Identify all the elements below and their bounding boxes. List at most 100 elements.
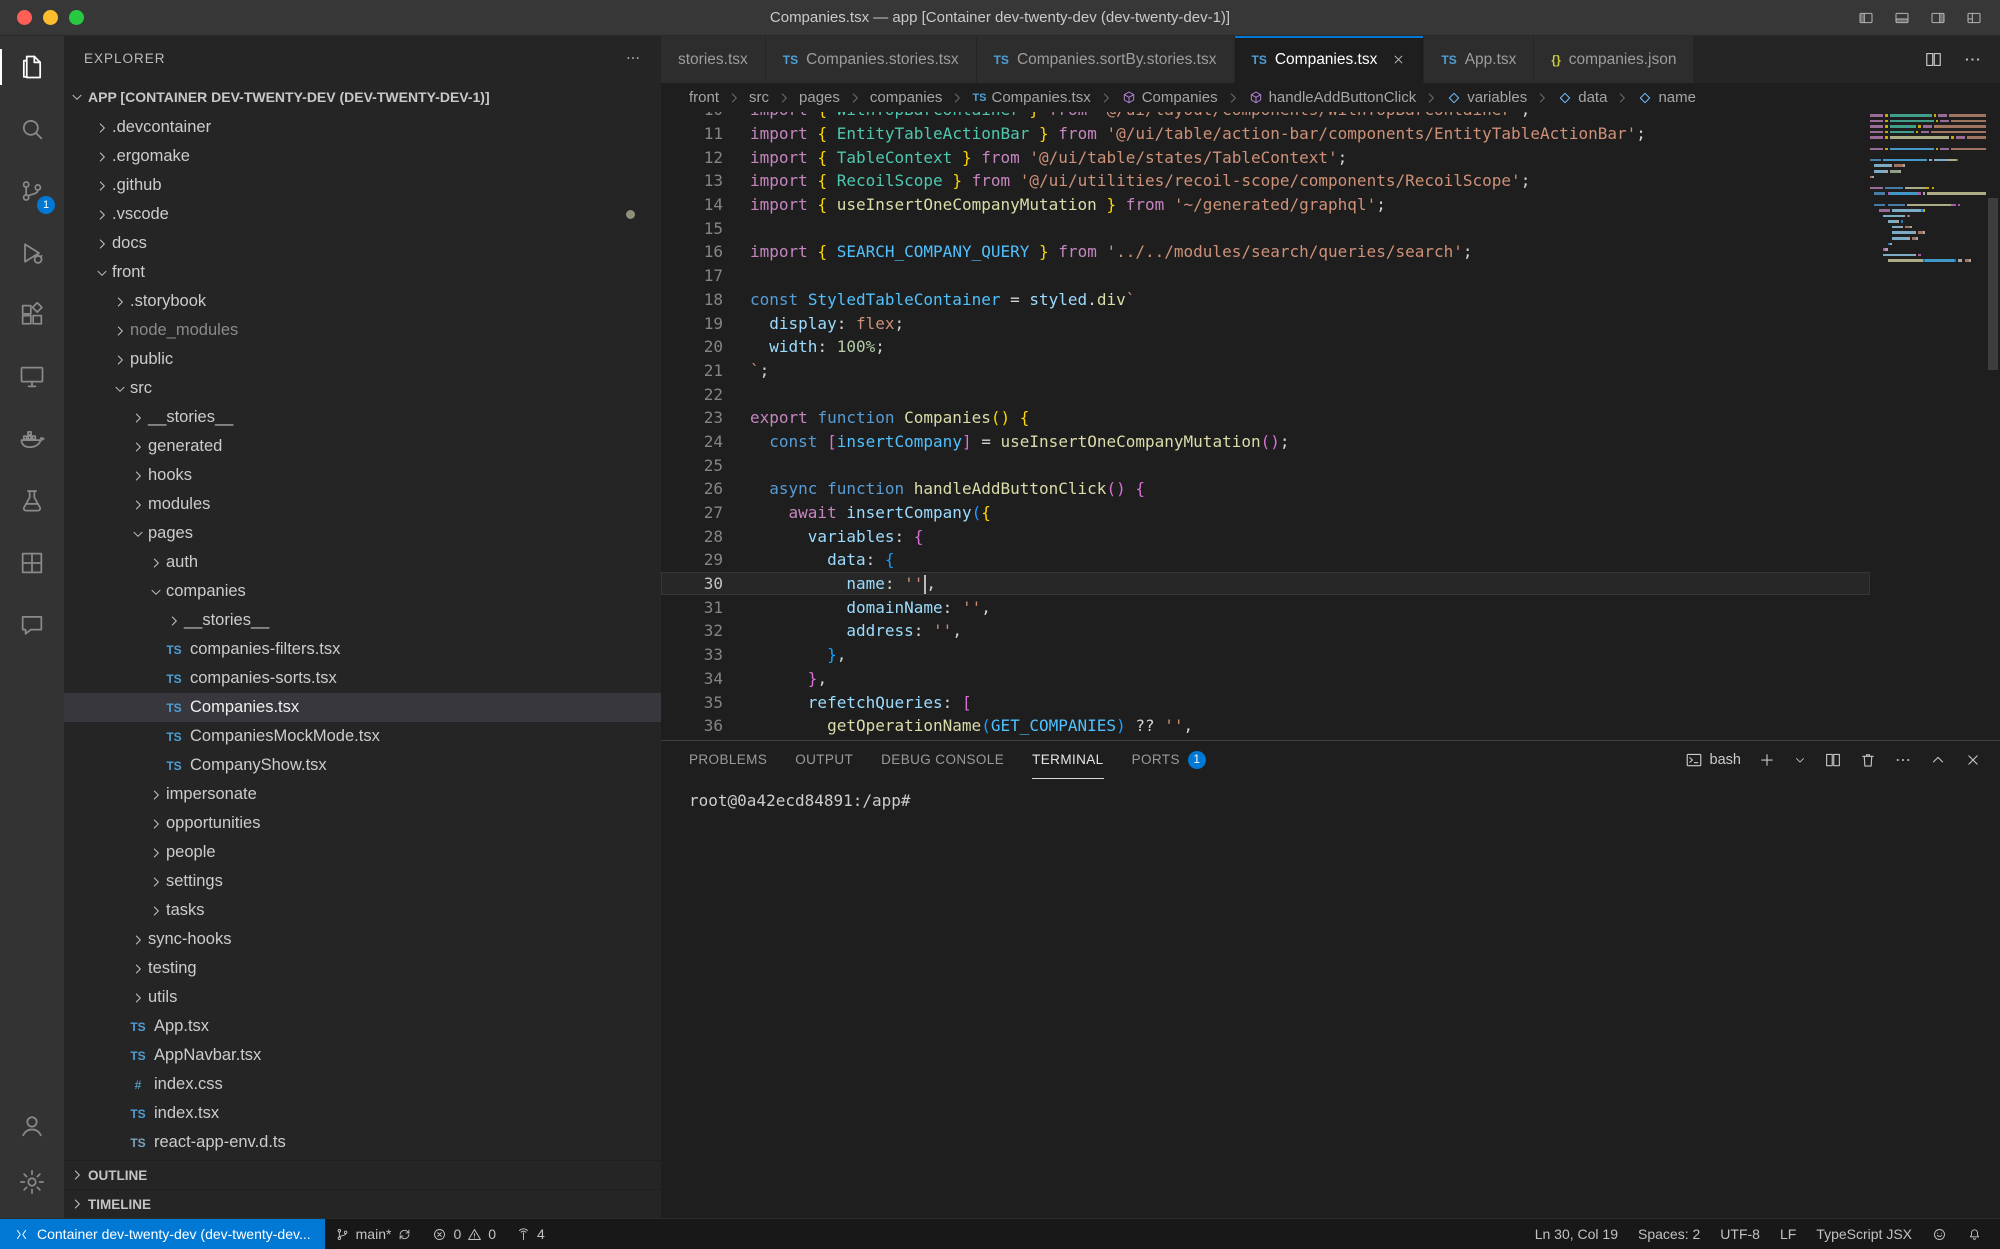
notifications[interactable]	[1957, 1219, 1992, 1249]
minimize-window-button[interactable]	[43, 10, 58, 25]
activity-bar-account[interactable]	[0, 1098, 64, 1154]
code-line-12[interactable]: 12import { TableContext } from '@/ui/tab…	[661, 145, 1870, 169]
code-line-31[interactable]: 31 domainName: '',	[661, 595, 1870, 619]
tree-item-index-css[interactable]: #index.css	[64, 1070, 661, 1099]
breadcrumb-companies-tsx[interactable]: TSCompanies.tsx	[972, 89, 1090, 106]
code-line-10[interactable]: 10import { WithTopBarContainer } from '@…	[661, 112, 1870, 122]
new-terminal-icon[interactable]	[1758, 751, 1776, 769]
tree-item-companies-filters-tsx[interactable]: TScompanies-filters.tsx	[64, 635, 661, 664]
activity-bar-remote-explorer[interactable]	[0, 346, 64, 408]
tree-item-companyshow-tsx[interactable]: TSCompanyShow.tsx	[64, 751, 661, 780]
tab-companies-tsx[interactable]: TSCompanies.tsx	[1235, 36, 1425, 83]
tree-item-app-tsx[interactable]: TSApp.tsx	[64, 1012, 661, 1041]
breadcrumb-src[interactable]: src	[749, 89, 769, 106]
maximize-panel-icon[interactable]	[1929, 751, 1947, 769]
tree-item-generated[interactable]: generated	[64, 432, 661, 461]
activity-bar-search[interactable]	[0, 98, 64, 160]
encoding[interactable]: UTF-8	[1710, 1219, 1770, 1249]
activity-bar-run-debug[interactable]	[0, 222, 64, 284]
code-editor[interactable]: 10import { WithTopBarContainer } from '@…	[661, 112, 2000, 740]
toggle-sidebar-icon[interactable]	[1858, 10, 1874, 26]
tree-item-impersonate[interactable]: impersonate	[64, 780, 661, 809]
code-line-24[interactable]: 24 const [insertCompany] = useInsertOneC…	[661, 430, 1870, 454]
tree-item-stories[interactable]: __stories__	[64, 403, 661, 432]
tree-item-index-tsx[interactable]: TSindex.tsx	[64, 1099, 661, 1128]
activity-bar-chat[interactable]	[0, 594, 64, 656]
code-line-27[interactable]: 27 await insertCompany({	[661, 501, 1870, 525]
code-line-15[interactable]: 15	[661, 216, 1870, 240]
split-terminal-icon[interactable]	[1824, 751, 1842, 769]
tab-companies-stories-tsx[interactable]: TSCompanies.stories.tsx	[766, 36, 977, 83]
tree-item-companiesmockmode-tsx[interactable]: TSCompaniesMockMode.tsx	[64, 722, 661, 751]
code-line-25[interactable]: 25	[661, 453, 1870, 477]
tree-item-companies-sorts-tsx[interactable]: TScompanies-sorts.tsx	[64, 664, 661, 693]
breadcrumb-handleaddbuttonclick[interactable]: handleAddButtonClick	[1248, 89, 1417, 106]
tree-item-front[interactable]: front	[64, 258, 661, 287]
breadcrumb-companies[interactable]: companies	[870, 89, 943, 106]
tree-item-public[interactable]: public	[64, 345, 661, 374]
code-line-22[interactable]: 22	[661, 382, 1870, 406]
tree-item-stories[interactable]: __stories__	[64, 606, 661, 635]
activity-bar-test-flask[interactable]	[0, 470, 64, 532]
breadcrumb-pages[interactable]: pages	[799, 89, 840, 106]
tree-item-modules[interactable]: modules	[64, 490, 661, 519]
code-line-36[interactable]: 36 getOperationName(GET_COMPANIES) ?? ''…	[661, 714, 1870, 738]
close-window-button[interactable]	[17, 10, 32, 25]
code-line-32[interactable]: 32 address: '',	[661, 619, 1870, 643]
breadcrumb-name[interactable]: name	[1637, 89, 1696, 106]
toggle-panel-icon[interactable]	[1894, 10, 1910, 26]
activity-bar-source-control[interactable]: 1	[0, 160, 64, 222]
panel-tab-debug-console[interactable]: DEBUG CONSOLE	[881, 741, 1004, 779]
split-editor-icon[interactable]	[1924, 50, 1943, 69]
scrollbar-thumb[interactable]	[1988, 198, 1998, 370]
code-line-34[interactable]: 34 },	[661, 667, 1870, 691]
code-line-29[interactable]: 29 data: {	[661, 548, 1870, 572]
tree-item-auth[interactable]: auth	[64, 548, 661, 577]
close-tab-icon[interactable]	[1391, 52, 1406, 67]
code-line-35[interactable]: 35 refetchQueries: [	[661, 690, 1870, 714]
code-line-11[interactable]: 11import { EntityTableActionBar } from '…	[661, 122, 1870, 146]
tree-item-settings[interactable]: settings	[64, 867, 661, 896]
tree-item-companies[interactable]: companies	[64, 577, 661, 606]
minimap[interactable]	[1870, 114, 1986, 265]
breadcrumb-companies[interactable]: Companies	[1121, 89, 1218, 106]
tree-item-opportunities[interactable]: opportunities	[64, 809, 661, 838]
tab-companies-json[interactable]: {}companies.json	[1534, 36, 1694, 83]
tree-item-vscode[interactable]: .vscode	[64, 200, 661, 229]
code-line-17[interactable]: 17	[661, 264, 1870, 288]
tree-item-src[interactable]: src	[64, 374, 661, 403]
tree-item-pages[interactable]: pages	[64, 519, 661, 548]
tree-item-devcontainer[interactable]: .devcontainer	[64, 113, 661, 142]
activity-bar-docker[interactable]	[0, 408, 64, 470]
editor-scrollbar[interactable]	[1986, 112, 2000, 740]
title-bar[interactable]: Companies.tsx — app [Container dev-twent…	[0, 0, 2000, 36]
indentation[interactable]: Spaces: 2	[1628, 1219, 1710, 1249]
panel-tab-ports[interactable]: PORTS1	[1132, 741, 1206, 779]
breadcrumb-variables[interactable]: variables	[1446, 89, 1527, 106]
code-line-14[interactable]: 14import { useInsertOneCompanyMutation }…	[661, 193, 1870, 217]
remote-indicator[interactable]: Container dev-twenty-dev (dev-twenty-dev…	[0, 1219, 325, 1249]
code-line-16[interactable]: 16import { SEARCH_COMPANY_QUERY } from '…	[661, 240, 1870, 264]
problems-indicator[interactable]: 0 0	[422, 1219, 506, 1249]
code-line-20[interactable]: 20 width: 100%;	[661, 335, 1870, 359]
tree-item-testing[interactable]: testing	[64, 954, 661, 983]
tree-item-utils[interactable]: utils	[64, 983, 661, 1012]
timeline-section[interactable]: TIMELINE	[64, 1189, 661, 1218]
panel-more-actions-icon[interactable]	[1894, 751, 1912, 769]
panel-tab-output[interactable]: OUTPUT	[795, 741, 853, 779]
tree-item-storybook[interactable]: .storybook	[64, 287, 661, 316]
code-line-33[interactable]: 33 },	[661, 643, 1870, 667]
tree-item-companies-tsx[interactable]: TSCompanies.tsx	[64, 693, 661, 722]
ports-indicator[interactable]: 4	[506, 1219, 555, 1249]
outline-section[interactable]: OUTLINE	[64, 1160, 661, 1189]
tree-item-docs[interactable]: docs	[64, 229, 661, 258]
tree-item-sync-hooks[interactable]: sync-hooks	[64, 925, 661, 954]
explorer-section-header[interactable]: APP [CONTAINER DEV-TWENTY-DEV (DEV-TWENT…	[64, 80, 661, 113]
code-line-23[interactable]: 23export function Companies() {	[661, 406, 1870, 430]
code-line-30[interactable]: 30 name: '',	[661, 572, 1870, 596]
cursor-position[interactable]: Ln 30, Col 19	[1525, 1219, 1628, 1249]
terminal[interactable]: root@0a42ecd84891:/app#	[661, 779, 2000, 1218]
activity-bar-settings[interactable]	[0, 1154, 64, 1210]
breadcrumb-front[interactable]: front	[689, 89, 719, 106]
zoom-window-button[interactable]	[69, 10, 84, 25]
